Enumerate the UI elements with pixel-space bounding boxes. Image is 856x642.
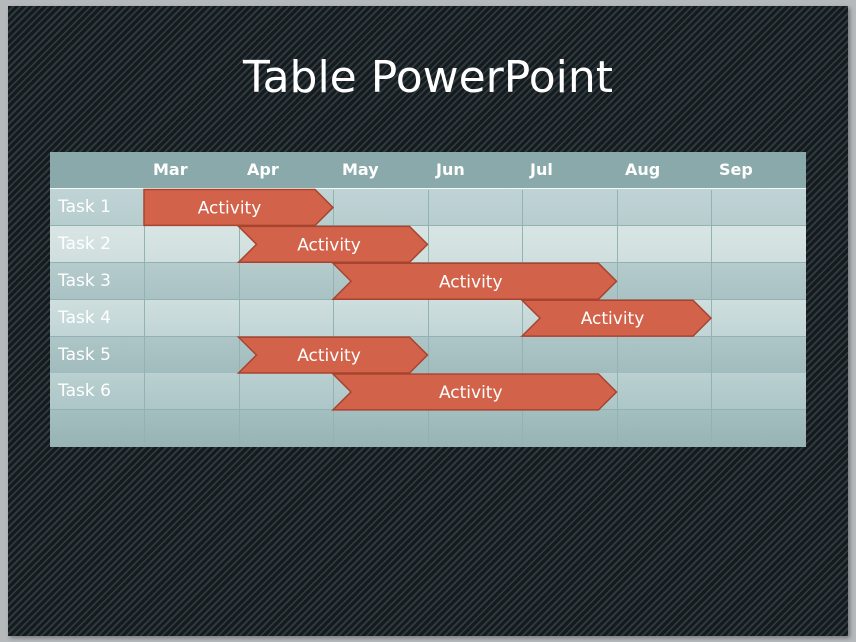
activity-label: Activity	[198, 198, 262, 218]
activity-label: Activity	[439, 272, 503, 292]
activity-label: Activity	[297, 346, 361, 366]
slide-title[interactable]: Table PowerPoint	[0, 52, 856, 103]
activity-bar[interactable]: Activity	[236, 336, 429, 374]
activity-bar[interactable]: Activity	[331, 262, 618, 300]
activity-bar[interactable]: Activity	[143, 188, 335, 227]
activity-bar[interactable]: Activity	[236, 225, 429, 264]
activity-bar[interactable]: Activity	[520, 299, 713, 337]
activity-label: Activity	[439, 383, 503, 403]
activity-label: Activity	[581, 309, 645, 329]
activity-bar[interactable]: Activity	[331, 373, 618, 411]
activity-bars-layer: Activity Activity Activity Activity Activity…	[143, 188, 713, 411]
activity-label: Activity	[297, 235, 361, 255]
